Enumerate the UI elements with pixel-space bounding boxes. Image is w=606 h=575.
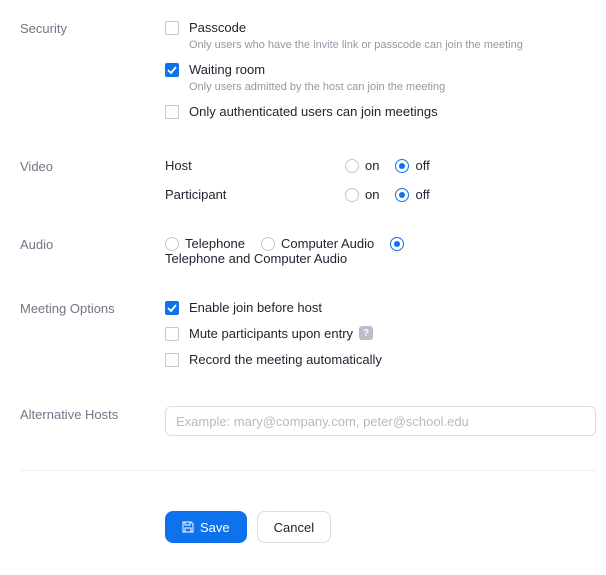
radio-label-both: Telephone and Computer Audio <box>165 251 347 266</box>
option-label: Only authenticated users can join meetin… <box>189 104 438 120</box>
radio-label-on: on <box>365 187 379 202</box>
radio-computer-audio[interactable] <box>261 237 275 251</box>
radio-label-telephone: Telephone <box>185 236 245 251</box>
radio-label-computer: Computer Audio <box>281 236 374 251</box>
save-label: Save <box>200 520 230 535</box>
video-host-row: Host on off <box>165 158 596 173</box>
section-label-video: Video <box>20 158 165 202</box>
option-mute-on-entry[interactable]: Mute participants upon entry ? <box>165 326 596 342</box>
radio-participant-off[interactable] <box>395 188 409 202</box>
option-label: Passcode <box>189 20 246 36</box>
option-label: Waiting room <box>189 62 265 78</box>
radio-label-off: off <box>415 187 429 202</box>
option-passcode[interactable]: Passcode <box>165 20 596 36</box>
option-label: Record the meeting automatically <box>189 352 382 368</box>
radio-label-off: off <box>415 158 429 173</box>
checkbox-icon <box>165 301 179 315</box>
checkbox-icon <box>165 63 179 77</box>
radio-telephone[interactable] <box>165 237 179 251</box>
radio-both-audio[interactable] <box>390 237 404 251</box>
option-label: Mute participants upon entry <box>189 326 353 342</box>
option-authenticated[interactable]: Only authenticated users can join meetin… <box>165 104 596 120</box>
checkbox-icon <box>165 353 179 367</box>
radio-host-on[interactable] <box>345 159 359 173</box>
section-security: Security Passcode Only users who have th… <box>20 20 596 124</box>
section-meeting-options: Meeting Options Enable join before host … <box>20 300 596 372</box>
video-host-label: Host <box>165 158 345 173</box>
option-waiting-room[interactable]: Waiting room <box>165 62 596 78</box>
video-participant-row: Participant on off <box>165 187 596 202</box>
radio-label-on: on <box>365 158 379 173</box>
cancel-button[interactable]: Cancel <box>257 511 331 543</box>
save-button[interactable]: Save <box>165 511 247 543</box>
checkbox-icon <box>165 105 179 119</box>
radio-host-off[interactable] <box>395 159 409 173</box>
section-video: Video Host on off Participant on off <box>20 158 596 202</box>
option-record-automatically[interactable]: Record the meeting automatically <box>165 352 596 368</box>
info-icon[interactable]: ? <box>359 326 373 340</box>
checkbox-icon <box>165 21 179 35</box>
option-desc-passcode: Only users who have the invite link or p… <box>189 38 596 52</box>
checkbox-icon <box>165 327 179 341</box>
radio-participant-on[interactable] <box>345 188 359 202</box>
section-label-security: Security <box>20 20 165 124</box>
video-participant-label: Participant <box>165 187 345 202</box>
cancel-label: Cancel <box>274 520 314 535</box>
section-audio: Audio Telephone Computer Audio Telephone… <box>20 236 596 266</box>
section-label-meeting-options: Meeting Options <box>20 300 165 372</box>
button-row: Save Cancel <box>165 511 596 543</box>
divider <box>20 470 596 471</box>
option-desc-waiting-room: Only users admitted by the host can join… <box>189 80 596 94</box>
option-join-before-host[interactable]: Enable join before host <box>165 300 596 316</box>
save-icon <box>182 521 194 533</box>
section-label-audio: Audio <box>20 236 165 266</box>
section-label-alt-hosts: Alternative Hosts <box>20 406 165 436</box>
section-alternative-hosts: Alternative Hosts <box>20 406 596 436</box>
option-label: Enable join before host <box>189 300 322 316</box>
alt-hosts-input[interactable] <box>165 406 596 436</box>
